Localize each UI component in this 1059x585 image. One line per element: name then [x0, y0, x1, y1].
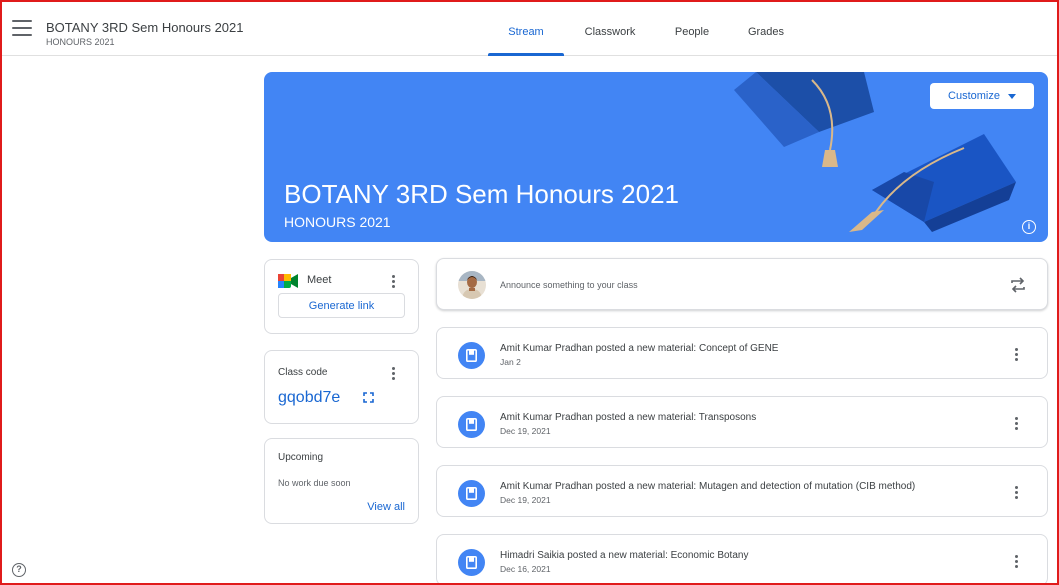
- upcoming-empty-text: No work due soon: [278, 478, 351, 488]
- material-icon: [458, 549, 485, 576]
- class-banner: Customize BOTANY 3RD Sem Honours 2021 HO…: [264, 72, 1048, 242]
- post-more-icon[interactable]: [1015, 555, 1019, 568]
- post-date: Dec 16, 2021: [500, 564, 551, 574]
- stream-post[interactable]: Amit Kumar Pradhan posted a new material…: [436, 465, 1048, 517]
- tab-stream[interactable]: Stream: [488, 0, 564, 56]
- class-code-card: Class code gqobd7e: [264, 350, 419, 424]
- class-code-label: Class code: [278, 367, 328, 378]
- post-more-icon[interactable]: [1015, 486, 1019, 499]
- tab-people[interactable]: People: [664, 0, 720, 56]
- post-date: Jan 2: [500, 357, 521, 367]
- customize-label: Customize: [948, 90, 1000, 102]
- upcoming-card: Upcoming No work due soon View all: [264, 438, 419, 524]
- post-date: Dec 19, 2021: [500, 495, 551, 505]
- class-section: HONOURS 2021: [46, 37, 115, 47]
- repost-icon[interactable]: [1009, 276, 1027, 294]
- announce-placeholder: Announce something to your class: [500, 280, 638, 290]
- avatar: [458, 271, 486, 299]
- banner-subtitle: HONOURS 2021: [284, 214, 391, 230]
- meet-more-icon[interactable]: [392, 275, 396, 288]
- main-menu-icon[interactable]: [12, 20, 32, 36]
- google-meet-icon: [278, 274, 298, 288]
- generate-link-button[interactable]: Generate link: [278, 293, 405, 318]
- top-app-bar: BOTANY 3RD Sem Honours 2021 HONOURS 2021…: [0, 0, 1059, 56]
- view-all-link[interactable]: View all: [367, 501, 405, 513]
- class-code-value[interactable]: gqobd7e: [278, 389, 340, 407]
- announce-box[interactable]: Announce something to your class: [436, 258, 1048, 310]
- material-icon: [458, 342, 485, 369]
- post-more-icon[interactable]: [1015, 417, 1019, 430]
- class-code-more-icon[interactable]: [392, 367, 396, 380]
- post-more-icon[interactable]: [1015, 348, 1019, 361]
- meet-card: Meet Generate link: [264, 259, 419, 334]
- material-icon: [458, 480, 485, 507]
- meet-label: Meet: [307, 274, 332, 286]
- post-title: Amit Kumar Pradhan posted a new material…: [500, 481, 916, 492]
- dropdown-caret-icon: [1007, 93, 1016, 99]
- tab-grades[interactable]: Grades: [738, 0, 794, 56]
- help-icon[interactable]: ?: [12, 563, 26, 577]
- stream-post[interactable]: Amit Kumar Pradhan posted a new material…: [436, 327, 1048, 379]
- material-icon: [458, 411, 485, 438]
- post-title: Amit Kumar Pradhan posted a new material…: [500, 412, 757, 423]
- upcoming-label: Upcoming: [278, 452, 324, 463]
- tab-classwork[interactable]: Classwork: [574, 0, 646, 56]
- stream-post[interactable]: Himadri Saikia posted a new material: Ec…: [436, 534, 1048, 585]
- post-title: Amit Kumar Pradhan posted a new material…: [500, 343, 779, 354]
- post-date: Dec 19, 2021: [500, 426, 551, 436]
- fullscreen-icon[interactable]: [363, 392, 374, 403]
- stream-post[interactable]: Amit Kumar Pradhan posted a new material…: [436, 396, 1048, 448]
- customize-button[interactable]: Customize: [930, 83, 1034, 109]
- class-title[interactable]: BOTANY 3RD Sem Honours 2021: [46, 20, 244, 35]
- banner-title: BOTANY 3RD Sem Honours 2021: [284, 179, 679, 209]
- post-title: Himadri Saikia posted a new material: Ec…: [500, 550, 749, 561]
- class-info-icon[interactable]: i: [1022, 220, 1036, 234]
